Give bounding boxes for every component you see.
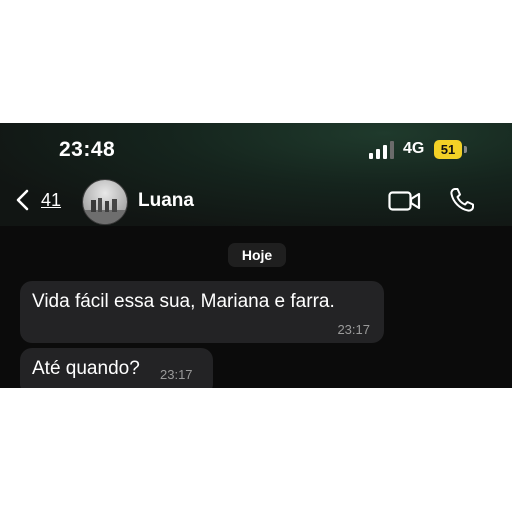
message-time: 23:17 <box>160 367 193 382</box>
date-separator: Hoje <box>228 243 286 267</box>
message-text: Até quando? <box>32 358 140 379</box>
contact-name[interactable]: Luana <box>138 190 194 212</box>
avatar[interactable] <box>82 179 128 225</box>
phone-call-icon[interactable] <box>449 187 475 213</box>
chat-screen: 23:48 4G 51 41 Luana Hoje Vida fácil ess… <box>0 123 512 388</box>
network-type: 4G <box>403 140 425 157</box>
message-bubble[interactable]: Até quando? 23:17 <box>20 348 213 388</box>
status-time: 23:48 <box>59 138 116 161</box>
message-bubble[interactable]: Vida fácil essa sua, Mariana e farra. 23… <box>20 281 384 343</box>
video-call-icon[interactable] <box>388 189 422 213</box>
message-list[interactable]: Hoje Vida fácil essa sua, Mariana e farr… <box>0 226 512 388</box>
signal-icon <box>369 141 394 159</box>
chevron-left-icon[interactable] <box>15 189 31 211</box>
avatar-photo-icon <box>83 180 127 224</box>
battery-tip <box>464 146 467 153</box>
message-text: Vida fácil essa sua, Mariana e farra. <box>32 291 335 312</box>
battery-icon: 51 <box>434 140 462 159</box>
message-time: 23:17 <box>337 322 370 337</box>
top-bar: 23:48 4G 51 41 Luana <box>0 123 512 226</box>
back-unread-count[interactable]: 41 <box>41 190 61 211</box>
